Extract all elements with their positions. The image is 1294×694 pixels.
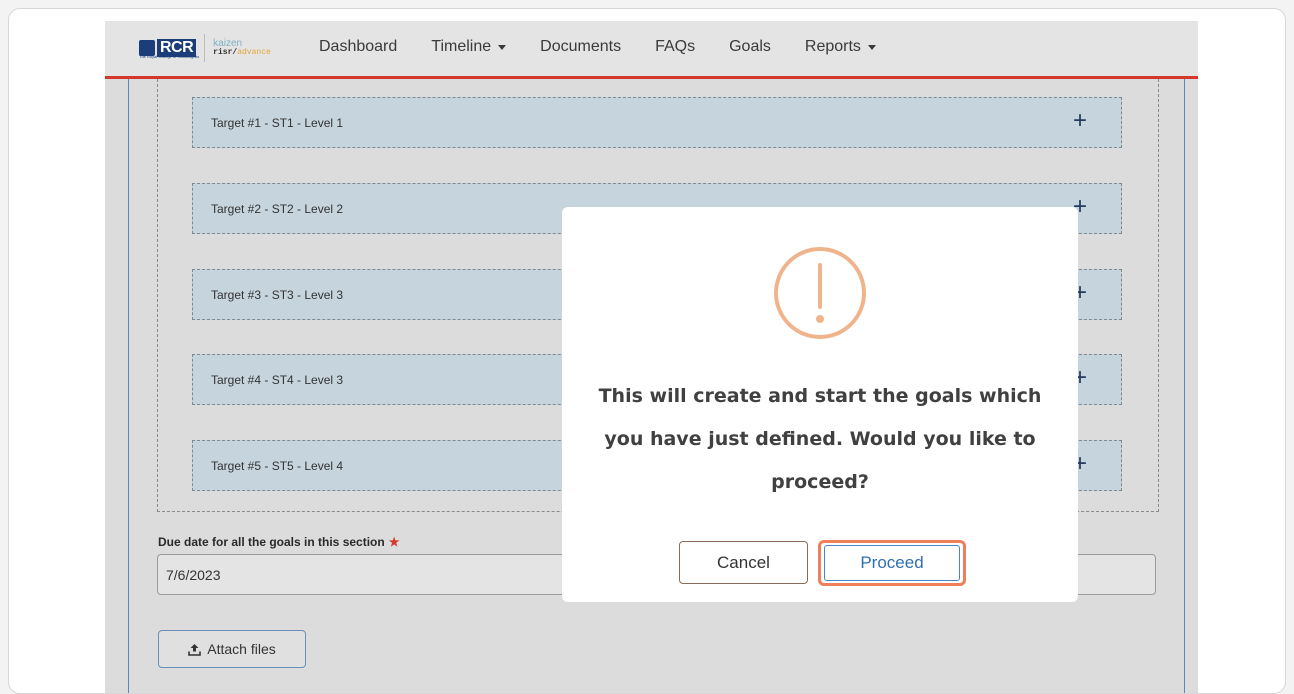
- upload-icon: [188, 643, 202, 656]
- target-label: Target #5 - ST5 - Level 4: [211, 458, 344, 473]
- nav-goals-label: Goals: [729, 38, 771, 55]
- nav-faqs-label: FAQs: [655, 38, 696, 55]
- cancel-button[interactable]: Cancel: [679, 541, 808, 584]
- plus-icon[interactable]: +: [1073, 109, 1087, 133]
- nav-documents[interactable]: Documents: [540, 38, 621, 56]
- target-label: Target #1 - ST1 - Level 1: [211, 115, 344, 130]
- app-window: RCR The Royal College of Radiologists ka…: [105, 21, 1198, 693]
- logo-divider: [204, 34, 206, 62]
- target-label: Target #3 - ST3 - Level 3: [211, 287, 344, 302]
- proceed-button-highlight[interactable]: Proceed: [818, 540, 966, 586]
- nav-dashboard-label: Dashboard: [319, 38, 398, 55]
- product-logo: kaizen risr/advance: [213, 38, 271, 58]
- nav-reports[interactable]: Reports: [805, 38, 876, 56]
- exclamation-circle-icon: [774, 247, 866, 339]
- exclamation-dot: [816, 315, 824, 323]
- exclamation-bar: [818, 263, 822, 309]
- attach-files-button[interactable]: Attach files: [158, 630, 306, 668]
- nav-goals[interactable]: Goals: [729, 38, 771, 56]
- rcr-logo-subtitle: The Royal College of Radiologists: [139, 54, 200, 59]
- attach-files-label: Attach files: [207, 641, 276, 657]
- due-date-label: Due date for all the goals in this secti…: [158, 535, 399, 549]
- caret-down-icon: [498, 44, 507, 50]
- nav-documents-label: Documents: [540, 38, 622, 55]
- product-name-main: risr/: [213, 48, 238, 57]
- nav-timeline-label: Timeline: [431, 38, 492, 55]
- product-top: kaizen: [213, 38, 243, 49]
- nav-timeline[interactable]: Timeline: [431, 38, 507, 56]
- nav-faqs[interactable]: FAQs: [655, 38, 695, 56]
- required-star-icon: ★: [388, 535, 400, 549]
- target-row[interactable]: Target #1 - ST1 - Level 1 +: [192, 97, 1122, 148]
- product-suffix: advance: [237, 48, 271, 57]
- top-navbar: RCR The Royal College of Radiologists ka…: [105, 21, 1198, 79]
- caret-down-icon: [867, 44, 876, 50]
- confirm-message: This will create and start the goals whi…: [598, 385, 1042, 493]
- nav-dashboard[interactable]: Dashboard: [319, 38, 397, 56]
- target-label: Target #4 - ST4 - Level 3: [211, 372, 344, 387]
- brand-logo[interactable]: RCR The Royal College of Radiologists ka…: [139, 34, 271, 62]
- target-label: Target #2 - ST2 - Level 2: [211, 201, 344, 216]
- confirm-dialog: This will create and start the goals whi…: [562, 207, 1078, 602]
- proceed-button[interactable]: Proceed: [824, 545, 960, 581]
- nav-reports-label: Reports: [804, 38, 861, 55]
- product-name: risr/advance: [213, 48, 271, 57]
- nav-menu: Dashboard Timeline Documents FAQs Goals …: [319, 38, 910, 56]
- due-date-label-text: Due date for all the goals in this secti…: [158, 535, 385, 549]
- screenshot-frame: RCR The Royal College of Radiologists ka…: [8, 8, 1286, 694]
- due-date-value: 7/6/2023: [166, 566, 221, 583]
